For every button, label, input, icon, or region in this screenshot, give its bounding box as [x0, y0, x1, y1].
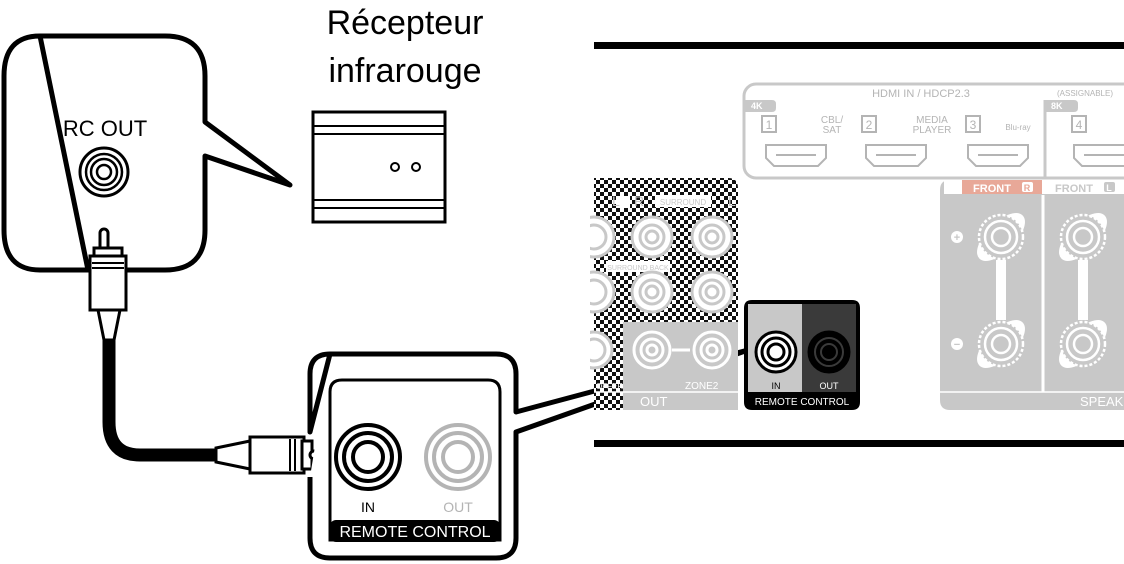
preout-footer-label: OUT	[640, 394, 668, 409]
speaker-plus-sign: +	[954, 232, 960, 244]
hdmi-input-block: HDMI IN / HDCP2.3 (ASSIGNABLE) 4K 8K 1 C…	[742, 82, 1124, 180]
preout-block: L R SURROUND L SURROUND BACK OFFER ZONE2…	[590, 178, 738, 410]
rear-in-jack[interactable]	[754, 330, 798, 374]
rear-out-jack[interactable]	[807, 330, 851, 374]
callout-in-label: IN	[361, 499, 375, 515]
rc-out-label: RC OUT	[63, 116, 147, 141]
hdmi-input-3-number: 3	[970, 118, 977, 132]
callout-out-jack[interactable]	[424, 423, 492, 491]
speakers-footer-label: SPEAKERS	[1080, 394, 1124, 409]
speaker-front-r-badge: R	[1024, 183, 1031, 193]
ir-receiver-body	[311, 110, 447, 224]
callout-out-label: OUT	[443, 499, 473, 515]
ir-receiver: Récepteur infrarouge	[311, 4, 484, 224]
preout-zone2-label: ZONE2	[685, 381, 719, 392]
ir-sensor-dot	[390, 162, 400, 172]
preout-surround-back-label: SURROUND BACK	[607, 265, 669, 272]
speaker-minus-sign: −	[954, 339, 960, 351]
rear-out-label: OUT	[820, 381, 840, 391]
callout-in-jack[interactable]	[334, 423, 402, 491]
source-device: RC OUT	[1, 33, 293, 273]
preout-l2-label: L	[728, 193, 736, 209]
hdmi-input-4-number: 4	[1076, 118, 1083, 132]
panel-top-edge	[594, 42, 1124, 49]
speaker-front-r-label: FRONT	[973, 183, 1011, 195]
speakers-block: FRONT R FRONT L SPEAKERS + −	[940, 180, 1124, 410]
ir-receiver-title-line1: Récepteur	[327, 4, 484, 42]
hdmi-input-1-number: 1	[766, 118, 773, 132]
preout-r-label: R	[634, 193, 644, 209]
hdmi-input-3-label2: PLAYER	[913, 125, 952, 136]
hdmi-input-2-number: 2	[866, 118, 873, 132]
ir-sensor-dot	[411, 162, 421, 172]
hdmi-assignable: (ASSIGNABLE)	[1057, 89, 1113, 98]
preout-l-label: L	[612, 193, 620, 209]
hdmi-input-4-label: Blu-ray	[1005, 123, 1030, 132]
remote-control-block: IN OUT REMOTE CONTROL	[744, 300, 860, 410]
preout-surround-label: SURROUND	[660, 198, 706, 207]
hdmi-header: HDMI IN / HDCP2.3	[872, 88, 970, 100]
source-callout-bubble	[1, 33, 293, 273]
rc-out-jack[interactable]	[78, 146, 130, 198]
speaker-front-l-badge: L	[1106, 183, 1112, 193]
badge-4k: 4K	[751, 101, 763, 111]
rca-cable[interactable]	[88, 227, 336, 475]
receiver-rear-panel: HDMI IN / HDCP2.3 (ASSIGNABLE) 4K 8K 1 C…	[590, 42, 1124, 447]
callout-group-label: REMOTE CONTROL	[339, 524, 490, 541]
rear-in-label: IN	[772, 381, 781, 391]
ir-receiver-title-line2: infrarouge	[328, 52, 481, 90]
badge-8k: 8K	[1051, 101, 1063, 111]
speaker-front-l-label: FRONT	[1055, 183, 1093, 195]
panel-bottom-edge	[594, 440, 1124, 447]
connection-diagram: RC OUT Récepteur infrarouge REMOTE CONTR…	[1, 4, 1124, 561]
rear-group-label: REMOTE CONTROL	[755, 397, 850, 408]
preout-sub-label: OFFER	[596, 382, 623, 391]
hdmi-input-2-label2: SAT	[823, 125, 842, 136]
